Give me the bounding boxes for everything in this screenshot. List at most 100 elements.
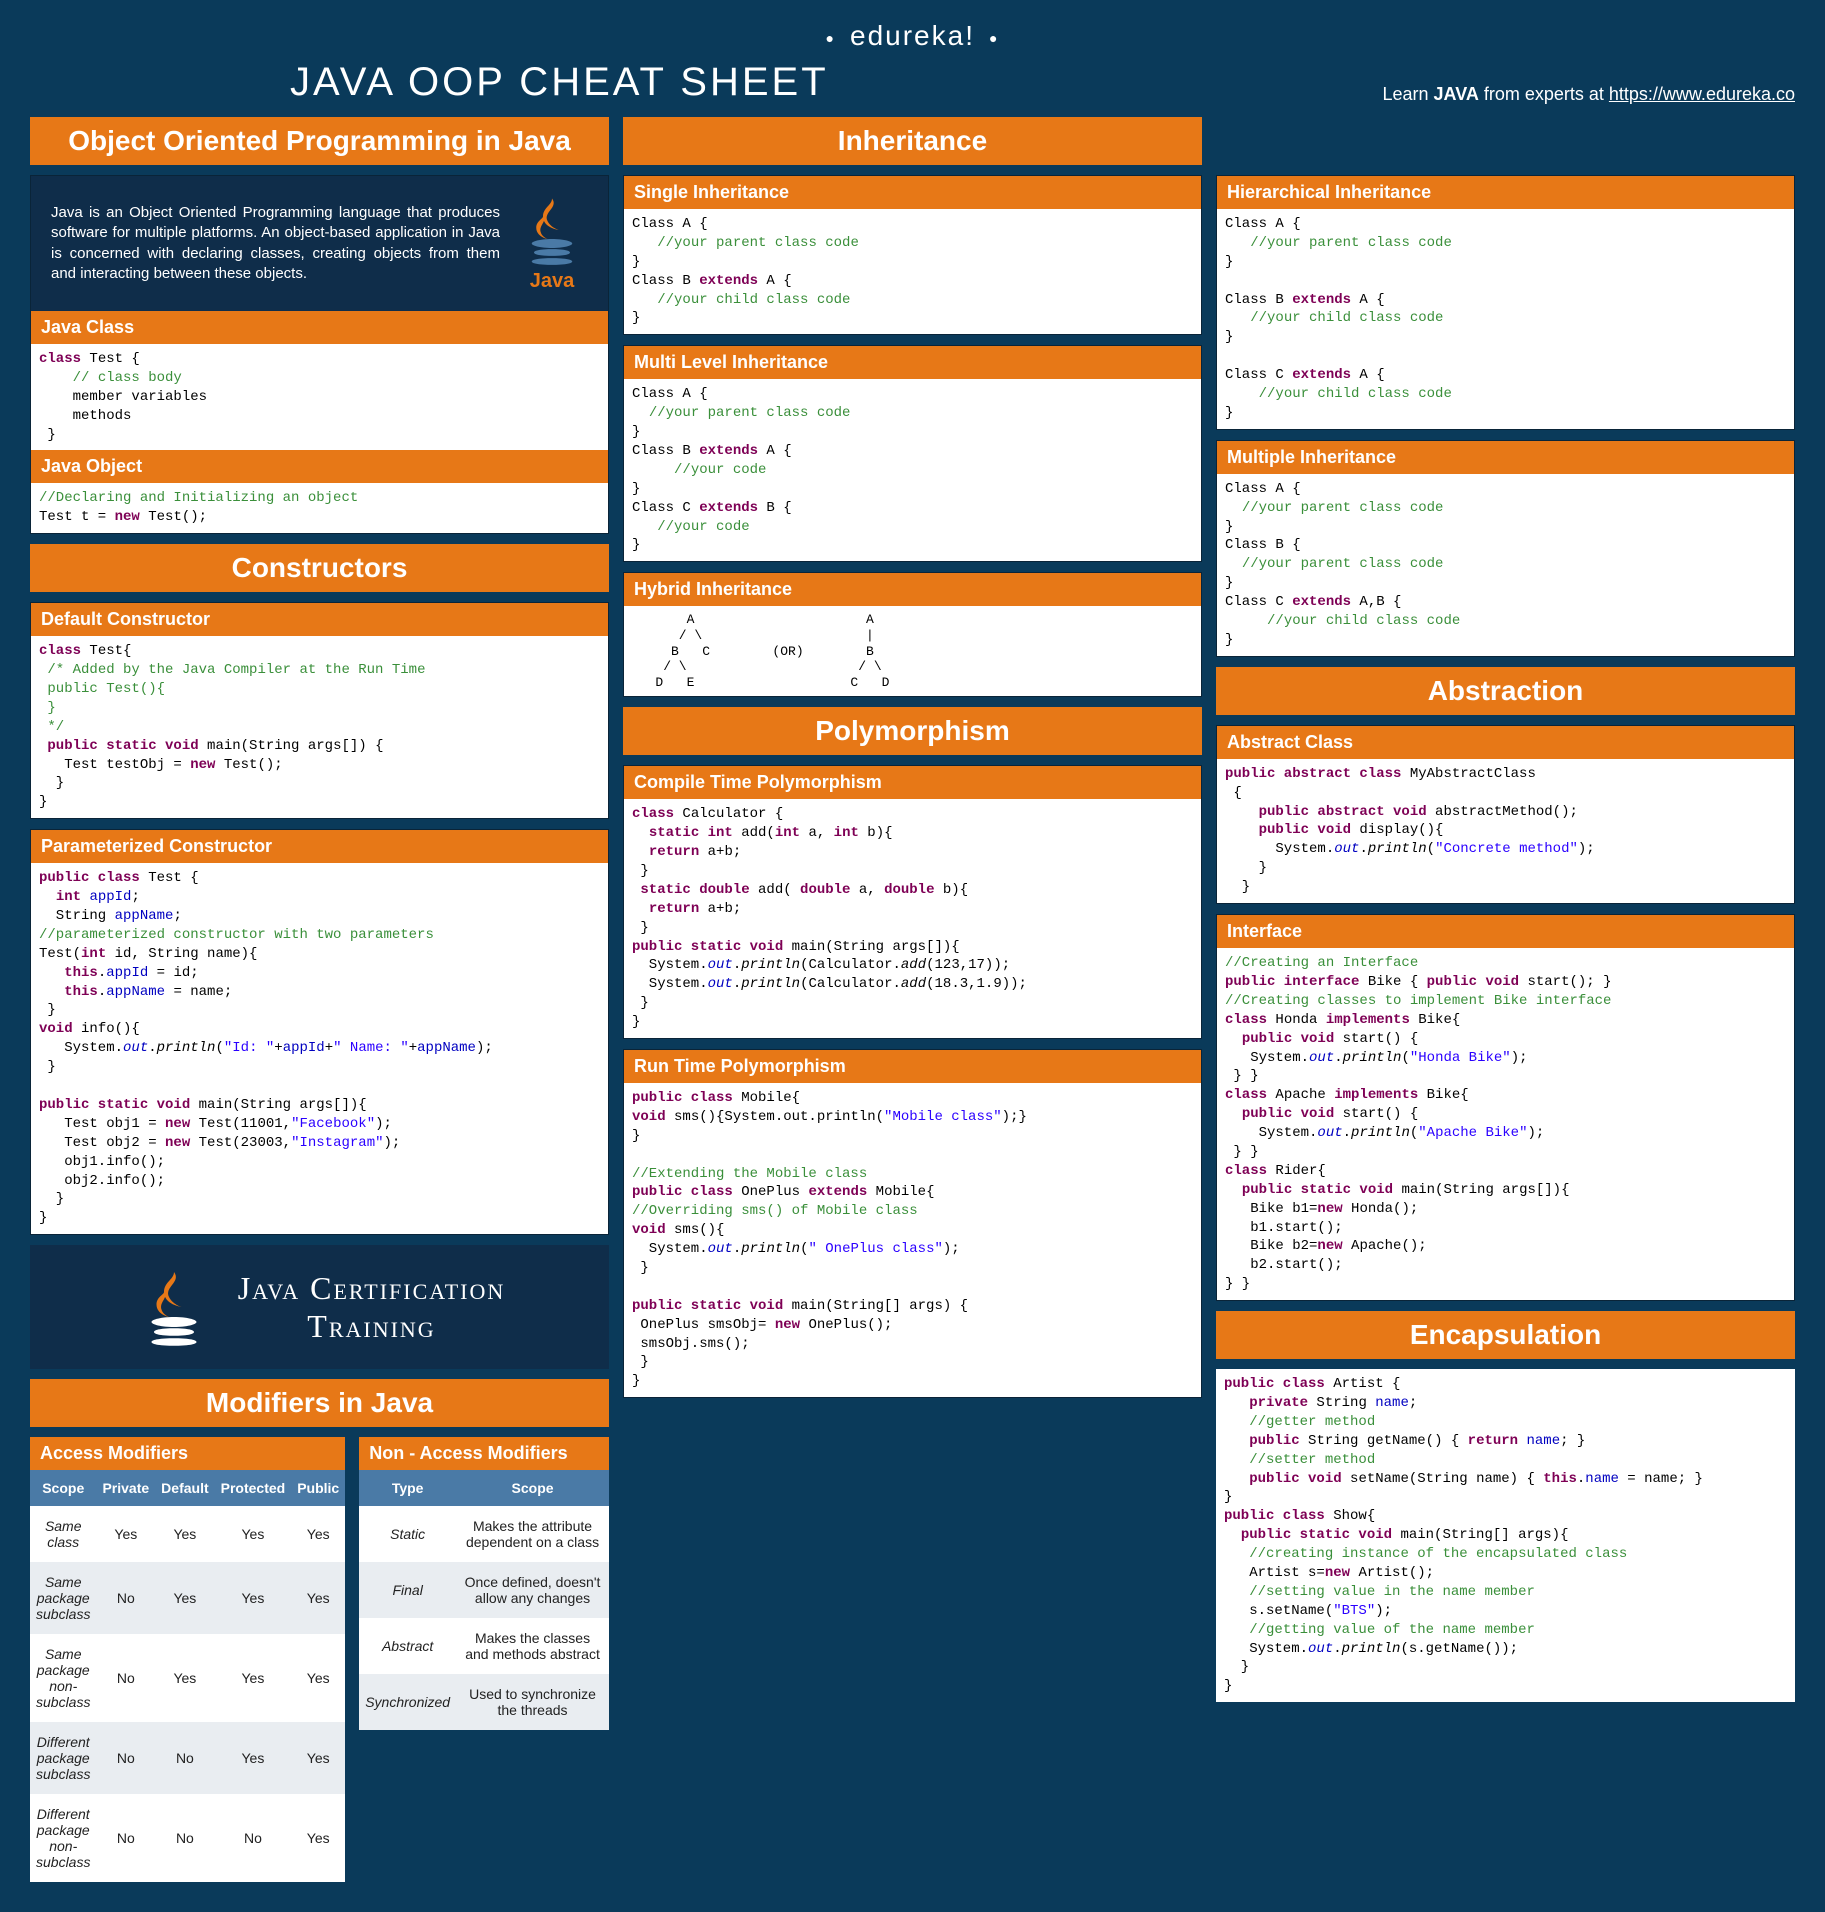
sub-interface: Interface xyxy=(1217,915,1794,948)
cert-line2: Training xyxy=(307,1308,435,1344)
panel-hybrid-inh: Hybrid Inheritance A A / \ | B C (OR) B … xyxy=(623,572,1202,697)
panel-multiple-inh: Multiple Inheritance Class A { //your pa… xyxy=(1216,440,1795,657)
sub-param-ctor: Parameterized Constructor xyxy=(31,830,608,863)
table-cell: Yes xyxy=(96,1506,155,1562)
code-default-ctor: class Test{ /* Added by the Java Compile… xyxy=(31,636,608,818)
java-logo: Java xyxy=(516,194,588,293)
title-bar: JAVA OOP CHEAT SHEET Learn JAVA from exp… xyxy=(30,60,1795,105)
column-3: . Hierarchical Inheritance Class A { //y… xyxy=(1216,117,1795,1882)
table-cell: No xyxy=(96,1634,155,1722)
sub-non-access-modifiers: Non - Access Modifiers xyxy=(359,1437,609,1470)
table-row: Different package subclassNoNoYesYes xyxy=(30,1722,345,1794)
sub-multilevel-inh: Multi Level Inheritance xyxy=(624,346,1201,379)
table-cell: No xyxy=(155,1794,214,1882)
table-cell: No xyxy=(155,1722,214,1794)
section-encapsulation-header: Encapsulation xyxy=(1216,1311,1795,1359)
table-row: AbstractMakes the classes and methods ab… xyxy=(359,1618,609,1674)
panel-intro: Java is an Object Oriented Programming l… xyxy=(30,175,609,534)
panel-compile-poly: Compile Time Polymorphism class Calculat… xyxy=(623,765,1202,1039)
learn-prefix: Learn xyxy=(1382,84,1433,104)
table-cell: Yes xyxy=(215,1722,292,1794)
panel-multilevel-inh: Multi Level Inheritance Class A { //your… xyxy=(623,345,1202,562)
access-th: Public xyxy=(291,1470,345,1506)
learn-suffix: from experts at xyxy=(1479,84,1609,104)
access-th: Private xyxy=(96,1470,155,1506)
section-oop-header: Object Oriented Programming in Java xyxy=(30,117,609,165)
table-cell: Abstract xyxy=(359,1618,456,1674)
java-cup-icon xyxy=(134,1267,214,1347)
section-polymorphism-header: Polymorphism xyxy=(623,707,1202,755)
table-cell: No xyxy=(96,1562,155,1634)
sub-compile-poly: Compile Time Polymorphism xyxy=(624,766,1201,799)
cert-line1: Java Certification xyxy=(238,1270,506,1306)
table-cell: No xyxy=(96,1722,155,1794)
panel-hierarchical-inh: Hierarchical Inheritance Class A { //you… xyxy=(1216,175,1795,430)
table-cell: Yes xyxy=(215,1506,292,1562)
nonaccess-th: Type xyxy=(359,1470,456,1506)
sub-default-ctor: Default Constructor xyxy=(31,603,608,636)
intro-text: Java is an Object Oriented Programming l… xyxy=(51,203,500,284)
table-cell: Static xyxy=(359,1506,456,1562)
code-java-object: //Declaring and Initializing an object T… xyxy=(31,483,608,533)
java-logo-label: Java xyxy=(530,270,575,293)
table-cell: Different package subclass xyxy=(30,1722,96,1794)
table-cell: Yes xyxy=(291,1722,345,1794)
sub-java-class: Java Class xyxy=(31,311,608,344)
sub-abstract-class: Abstract Class xyxy=(1217,726,1794,759)
column-1: Object Oriented Programming in Java Java… xyxy=(30,117,609,1882)
table-row: Same classYesYesYesYes xyxy=(30,1506,345,1562)
code-interface: //Creating an Interface public interface… xyxy=(1217,948,1794,1300)
sub-single-inh: Single Inheritance xyxy=(624,176,1201,209)
table-non-access-modifiers: TypeScope StaticMakes the attribute depe… xyxy=(359,1470,609,1730)
section-inheritance-header: Inheritance xyxy=(623,117,1202,165)
access-th: Scope xyxy=(30,1470,96,1506)
panel-interface: Interface //Creating an Interface public… xyxy=(1216,914,1795,1301)
table-cell: No xyxy=(96,1794,155,1882)
diagram-hybrid-inh: A A / \ | B C (OR) B / \ / \ D E C D xyxy=(624,606,1201,696)
table-access-modifiers: ScopePrivateDefaultProtectedPublic Same … xyxy=(30,1470,345,1882)
table-row: Same package non-subclassNoYesYesYes xyxy=(30,1634,345,1722)
table-cell: Makes the classes and methods abstract xyxy=(456,1618,609,1674)
table-cell: Same class xyxy=(30,1506,96,1562)
table-cell: Yes xyxy=(291,1794,345,1882)
sub-hierarchical-inh: Hierarchical Inheritance xyxy=(1217,176,1794,209)
panel-default-ctor: Default Constructor class Test{ /* Added… xyxy=(30,602,609,819)
code-single-inh: Class A { //your parent class code } Cla… xyxy=(624,209,1201,334)
table-cell: Yes xyxy=(291,1562,345,1634)
table-cell: Yes xyxy=(155,1562,214,1634)
table-cell: Yes xyxy=(291,1634,345,1722)
table-row: FinalOnce defined, doesn't allow any cha… xyxy=(359,1562,609,1618)
access-th: Default xyxy=(155,1470,214,1506)
learn-url[interactable]: https://www.edureka.co xyxy=(1609,84,1795,104)
panel-single-inh: Single Inheritance Class A { //your pare… xyxy=(623,175,1202,335)
code-compile-poly: class Calculator { static int add(int a,… xyxy=(624,799,1201,1038)
section-abstraction-header: Abstraction xyxy=(1216,667,1795,715)
table-cell: Same package non-subclass xyxy=(30,1634,96,1722)
table-row: StaticMakes the attribute dependent on a… xyxy=(359,1506,609,1562)
table-cell: Once defined, doesn't allow any changes xyxy=(456,1562,609,1618)
learn-link-text: Learn JAVA from experts at https://www.e… xyxy=(1382,84,1795,105)
page-title: JAVA OOP CHEAT SHEET xyxy=(30,60,1382,105)
table-cell: Makes the attribute dependent on a class xyxy=(456,1506,609,1562)
table-cell: No xyxy=(215,1794,292,1882)
code-param-ctor: public class Test { int appId; String ap… xyxy=(31,863,608,1234)
sub-hybrid-inh: Hybrid Inheritance xyxy=(624,573,1201,606)
code-java-class: class Test { // class body member variab… xyxy=(31,344,608,450)
code-multilevel-inh: Class A { //your parent class code } Cla… xyxy=(624,379,1201,561)
table-cell: Same package subclass xyxy=(30,1562,96,1634)
cert-training-banner: Java CertificationTraining xyxy=(30,1245,609,1369)
table-cell: Used to synchronize the threads xyxy=(456,1674,609,1730)
table-cell: Yes xyxy=(291,1506,345,1562)
table-row: Different package non-subclassNoNoNoYes xyxy=(30,1794,345,1882)
column-2: Inheritance Single Inheritance Class A {… xyxy=(623,117,1202,1882)
sub-java-object: Java Object xyxy=(31,450,608,483)
table-cell: Yes xyxy=(155,1634,214,1722)
table-cell: Yes xyxy=(215,1562,292,1634)
code-multiple-inh: Class A { //your parent class code } Cla… xyxy=(1217,474,1794,656)
panel-param-ctor: Parameterized Constructor public class T… xyxy=(30,829,609,1235)
table-cell: Synchronized xyxy=(359,1674,456,1730)
learn-bold: JAVA xyxy=(1434,84,1479,104)
table-row: SynchronizedUsed to synchronize the thre… xyxy=(359,1674,609,1730)
section-constructors-header: Constructors xyxy=(30,544,609,592)
code-encapsulation: public class Artist { private String nam… xyxy=(1216,1369,1795,1702)
